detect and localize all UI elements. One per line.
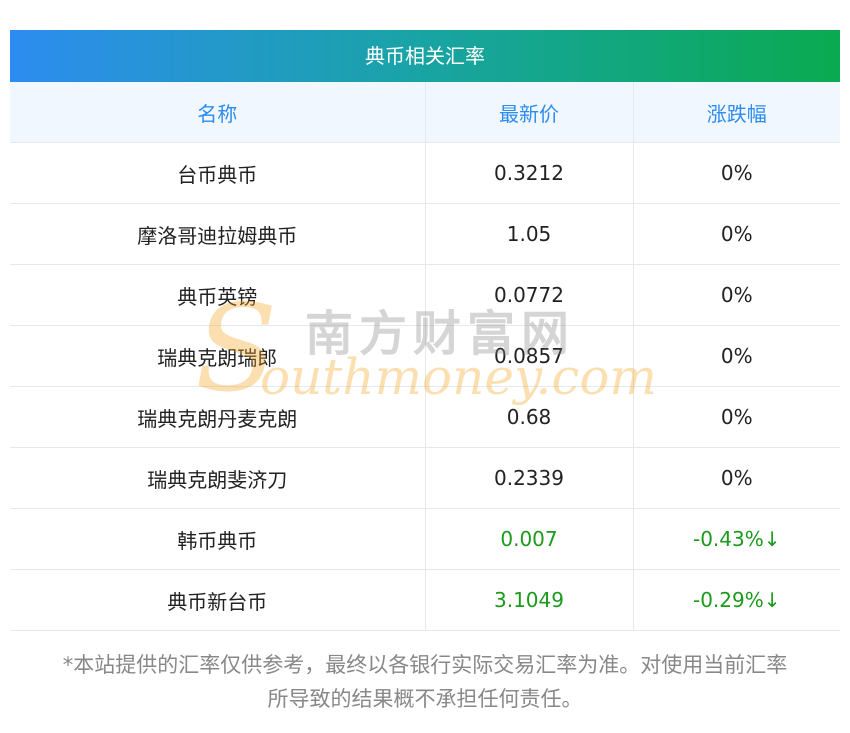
table-row: 瑞典克朗瑞郎 0.0857 0% (10, 325, 840, 387)
currency-pair-name: 台币典币 (10, 142, 426, 204)
currency-pair-name: 瑞典克朗瑞郎 (10, 325, 426, 387)
latest-price: 0.0772 (425, 264, 634, 326)
table-row: 瑞典克朗丹麦克朗 0.68 0% (10, 386, 840, 448)
table-title: 典币相关汇率 (10, 30, 840, 82)
table-row: 瑞典克朗斐济刀 0.2339 0% (10, 447, 840, 509)
table-row: 台币典币 0.3212 0% (10, 142, 840, 204)
currency-pair-name: 瑞典克朗丹麦克朗 (10, 386, 426, 448)
table-row: 韩币典币 0.007 -0.43%↓ (10, 508, 840, 570)
currency-pair-name: 典币新台币 (10, 569, 426, 631)
column-header-price: 最新价 (425, 82, 634, 143)
disclaimer-line-1: *本站提供的汇率仅供参考，最终以各银行实际交易汇率为准。对使用当前汇率 (62, 653, 788, 677)
currency-pair-name: 韩币典币 (10, 508, 426, 570)
latest-price: 0.3212 (425, 142, 634, 204)
currency-pair-name: 典币英镑 (10, 264, 426, 326)
latest-price: 3.1049 (425, 569, 634, 631)
change-percent: 0% (633, 142, 840, 204)
latest-price: 0.2339 (425, 447, 634, 509)
disclaimer: *本站提供的汇率仅供参考，最终以各银行实际交易汇率为准。对使用当前汇率 所导致的… (0, 648, 850, 716)
latest-price: 0.007 (425, 508, 634, 570)
change-percent: 0% (633, 386, 840, 448)
table-row: 典币英镑 0.0772 0% (10, 264, 840, 326)
table-row: 典币新台币 3.1049 -0.29%↓ (10, 569, 840, 631)
currency-pair-name: 瑞典克朗斐济刀 (10, 447, 426, 509)
change-percent: -0.43%↓ (633, 508, 840, 570)
change-percent: 0% (633, 447, 840, 509)
change-percent: 0% (633, 325, 840, 387)
change-percent: 0% (633, 203, 840, 265)
header-row: 名称 最新价 涨跌幅 (10, 82, 840, 143)
change-percent: 0% (633, 264, 840, 326)
rate-table: 名称 最新价 涨跌幅 台币典币 0.3212 0% 摩洛哥迪拉姆典币 1.05 … (10, 82, 840, 631)
table-row: 摩洛哥迪拉姆典币 1.05 0% (10, 203, 840, 265)
latest-price: 1.05 (425, 203, 634, 265)
currency-pair-name: 摩洛哥迪拉姆典币 (10, 203, 426, 265)
column-header-name: 名称 (10, 82, 426, 143)
latest-price: 0.68 (425, 386, 634, 448)
change-percent: -0.29%↓ (633, 569, 840, 631)
exchange-rate-table: 典币相关汇率 名称 最新价 涨跌幅 台币典币 0.3212 0% 摩洛哥迪拉姆典… (10, 30, 840, 631)
latest-price: 0.0857 (425, 325, 634, 387)
column-header-change: 涨跌幅 (633, 82, 840, 143)
disclaimer-line-2: 所导致的结果概不承担任何责任。 (267, 687, 583, 711)
page: 典币相关汇率 名称 最新价 涨跌幅 台币典币 0.3212 0% 摩洛哥迪拉姆典… (0, 0, 850, 733)
